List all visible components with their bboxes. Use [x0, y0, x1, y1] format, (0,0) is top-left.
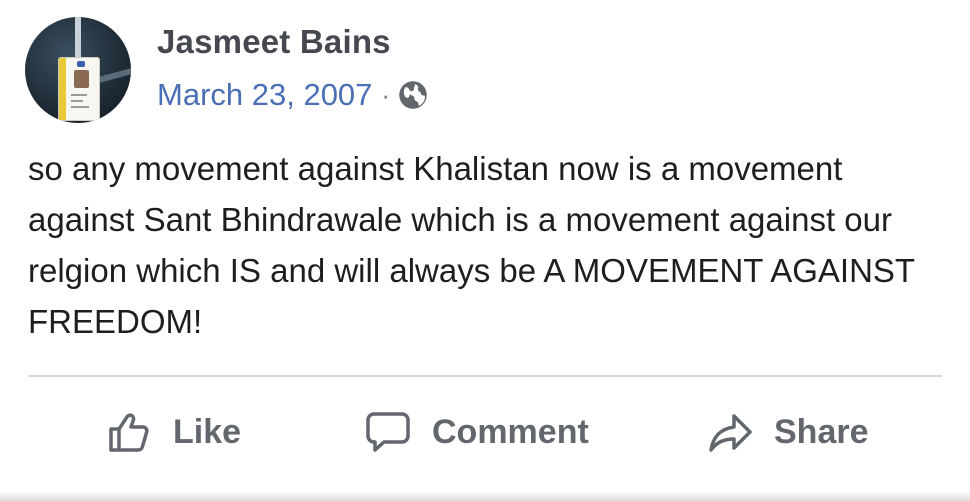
badge-line [71, 106, 89, 108]
divider [28, 375, 942, 377]
comment-label: Comment [432, 412, 589, 451]
share-button[interactable]: Share [706, 400, 869, 464]
avatar-id-badge [58, 57, 100, 121]
post-body: so any movement against Khalistan now is… [28, 150, 915, 340]
speech-bubble-icon [366, 412, 410, 452]
avatar-background-detail [96, 66, 131, 84]
avatar[interactable] [25, 17, 131, 123]
share-label: Share [774, 412, 869, 451]
share-arrow-icon [709, 414, 752, 452]
badge-line [71, 94, 87, 96]
like-button[interactable]: Like [105, 400, 241, 464]
globe-icon[interactable] [398, 80, 428, 110]
comment-button[interactable]: Comment [364, 400, 589, 464]
card-bottom-edge [0, 493, 970, 501]
badge-strip [59, 58, 66, 120]
meta-separator: · [381, 79, 391, 110]
post-card: Jasmeet Bains March 23, 2007 · so any mo… [0, 0, 970, 501]
avatar-lanyard [75, 17, 81, 59]
post-meta: March 23, 2007 · [157, 75, 428, 115]
badge-seal [77, 61, 85, 67]
action-bar: Like Comment Share [0, 400, 970, 464]
author-name[interactable]: Jasmeet Bains [157, 22, 391, 62]
badge-photo [74, 70, 89, 88]
post-date-link[interactable]: March 23, 2007 [157, 77, 372, 113]
like-label: Like [173, 412, 242, 451]
thumbs-up-icon [109, 413, 149, 452]
badge-line [71, 100, 83, 102]
